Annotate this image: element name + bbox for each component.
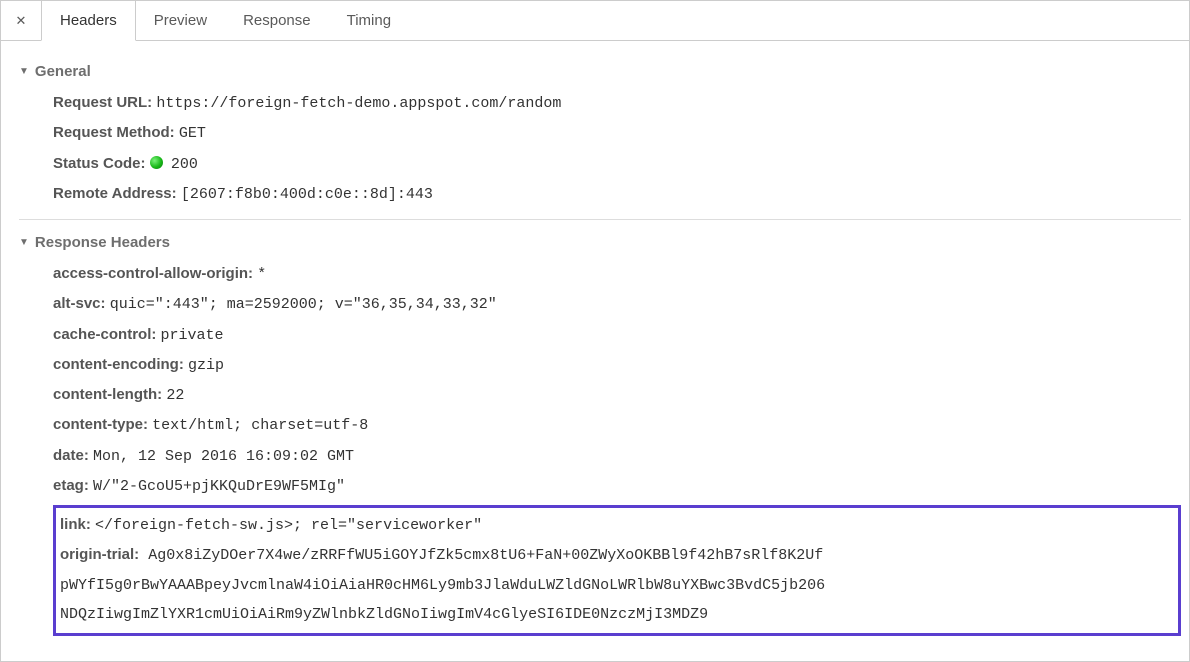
- header-value: 22: [166, 387, 184, 404]
- header-key: content-type:: [53, 416, 148, 433]
- header-value-origin-trial-l2: pWYfI5g0rBwYAAABpeyJvcmlnaW4iOiAiaHR0cHM…: [60, 571, 1174, 600]
- chevron-down-icon: ▼: [19, 66, 29, 77]
- tab-preview[interactable]: Preview: [136, 1, 225, 41]
- value-remote-address: [2607:f8b0:400d:c0e::8d]:443: [181, 186, 433, 203]
- header-value: gzip: [188, 357, 224, 374]
- section-divider: [19, 219, 1181, 220]
- header-key: cache-control:: [53, 326, 156, 343]
- value-request-url: https://foreign-fetch-demo.appspot.com/r…: [156, 95, 561, 112]
- label-request-method: Request Method:: [53, 124, 175, 141]
- general-status-code: Status Code: 200: [53, 149, 1181, 179]
- header-value-origin-trial-l1: Ag0x8iZyDOer7X4we/zRRFfWU5iGOYJfZk5cmx8t…: [148, 547, 823, 564]
- header-row: content-encoding: gzip: [53, 350, 1181, 380]
- tab-headers[interactable]: Headers: [41, 1, 136, 41]
- header-row: etag: W/"2-GcoU5+pjKKQuDrE9WF5MIg": [53, 471, 1181, 501]
- headers-panel: ▼ General Request URL: https://foreign-f…: [1, 41, 1189, 644]
- header-row: content-type: text/html; charset=utf-8: [53, 410, 1181, 440]
- highlighted-headers: link: </foreign-fetch-sw.js>; rel="servi…: [53, 505, 1181, 636]
- label-remote-address: Remote Address:: [53, 185, 177, 202]
- header-row: content-length: 22: [53, 380, 1181, 410]
- section-response-headers-title: Response Headers: [35, 234, 170, 251]
- value-request-method: GET: [179, 125, 206, 142]
- section-general: ▼ General Request URL: https://foreign-f…: [19, 63, 1181, 209]
- header-row: date: Mon, 12 Sep 2016 16:09:02 GMT: [53, 441, 1181, 471]
- header-row: alt-svc: quic=":443"; ma=2592000; v="36,…: [53, 289, 1181, 319]
- header-value: text/html; charset=utf-8: [152, 417, 368, 434]
- header-value: Mon, 12 Sep 2016 16:09:02 GMT: [93, 448, 354, 465]
- header-value-origin-trial-l3: NDQzIiwgImZlYXR1cmUiOiAiRm9yZWlnbkZldGNo…: [60, 600, 1174, 629]
- header-key-link: link:: [60, 516, 91, 533]
- header-value: W/"2-GcoU5+pjKKQuDrE9WF5MIg": [93, 478, 345, 495]
- tabs-bar: ✕ Headers Preview Response Timing: [1, 1, 1189, 41]
- header-value: quic=":443"; ma=2592000; v="36,35,34,33,…: [110, 296, 497, 313]
- header-value: private: [161, 327, 224, 344]
- header-key: content-encoding:: [53, 356, 184, 373]
- section-general-title: General: [35, 63, 91, 80]
- general-remote-address: Remote Address: [2607:f8b0:400d:c0e::8d]…: [53, 179, 1181, 209]
- value-status-code: 200: [171, 156, 198, 173]
- general-request-method: Request Method: GET: [53, 118, 1181, 148]
- label-request-url: Request URL:: [53, 94, 152, 111]
- section-response-headers: ▼ Response Headers access-control-allow-…: [19, 234, 1181, 636]
- section-general-toggle[interactable]: ▼ General: [19, 63, 1181, 80]
- header-value: *: [257, 266, 266, 283]
- header-key-origin-trial: origin-trial:: [60, 546, 139, 563]
- header-row: access-control-allow-origin: *: [53, 259, 1181, 289]
- header-key: alt-svc:: [53, 295, 106, 312]
- header-key: date:: [53, 447, 89, 464]
- header-key: content-length:: [53, 386, 162, 403]
- header-row-link: link: </foreign-fetch-sw.js>; rel="servi…: [60, 510, 1174, 540]
- status-dot-icon: [150, 156, 163, 169]
- tab-timing[interactable]: Timing: [329, 1, 409, 41]
- header-key: access-control-allow-origin:: [53, 265, 253, 282]
- label-status-code: Status Code:: [53, 155, 146, 172]
- tab-response[interactable]: Response: [225, 1, 329, 41]
- general-request-url: Request URL: https://foreign-fetch-demo.…: [53, 88, 1181, 118]
- close-icon[interactable]: ✕: [1, 1, 41, 41]
- header-row-origin-trial: origin-trial: Ag0x8iZyDOer7X4we/zRRFfWU5…: [60, 540, 1174, 629]
- chevron-down-icon: ▼: [19, 237, 29, 248]
- header-row: cache-control: private: [53, 320, 1181, 350]
- header-value-link: </foreign-fetch-sw.js>; rel="servicework…: [95, 517, 482, 534]
- section-response-headers-toggle[interactable]: ▼ Response Headers: [19, 234, 1181, 251]
- header-key: etag:: [53, 477, 89, 494]
